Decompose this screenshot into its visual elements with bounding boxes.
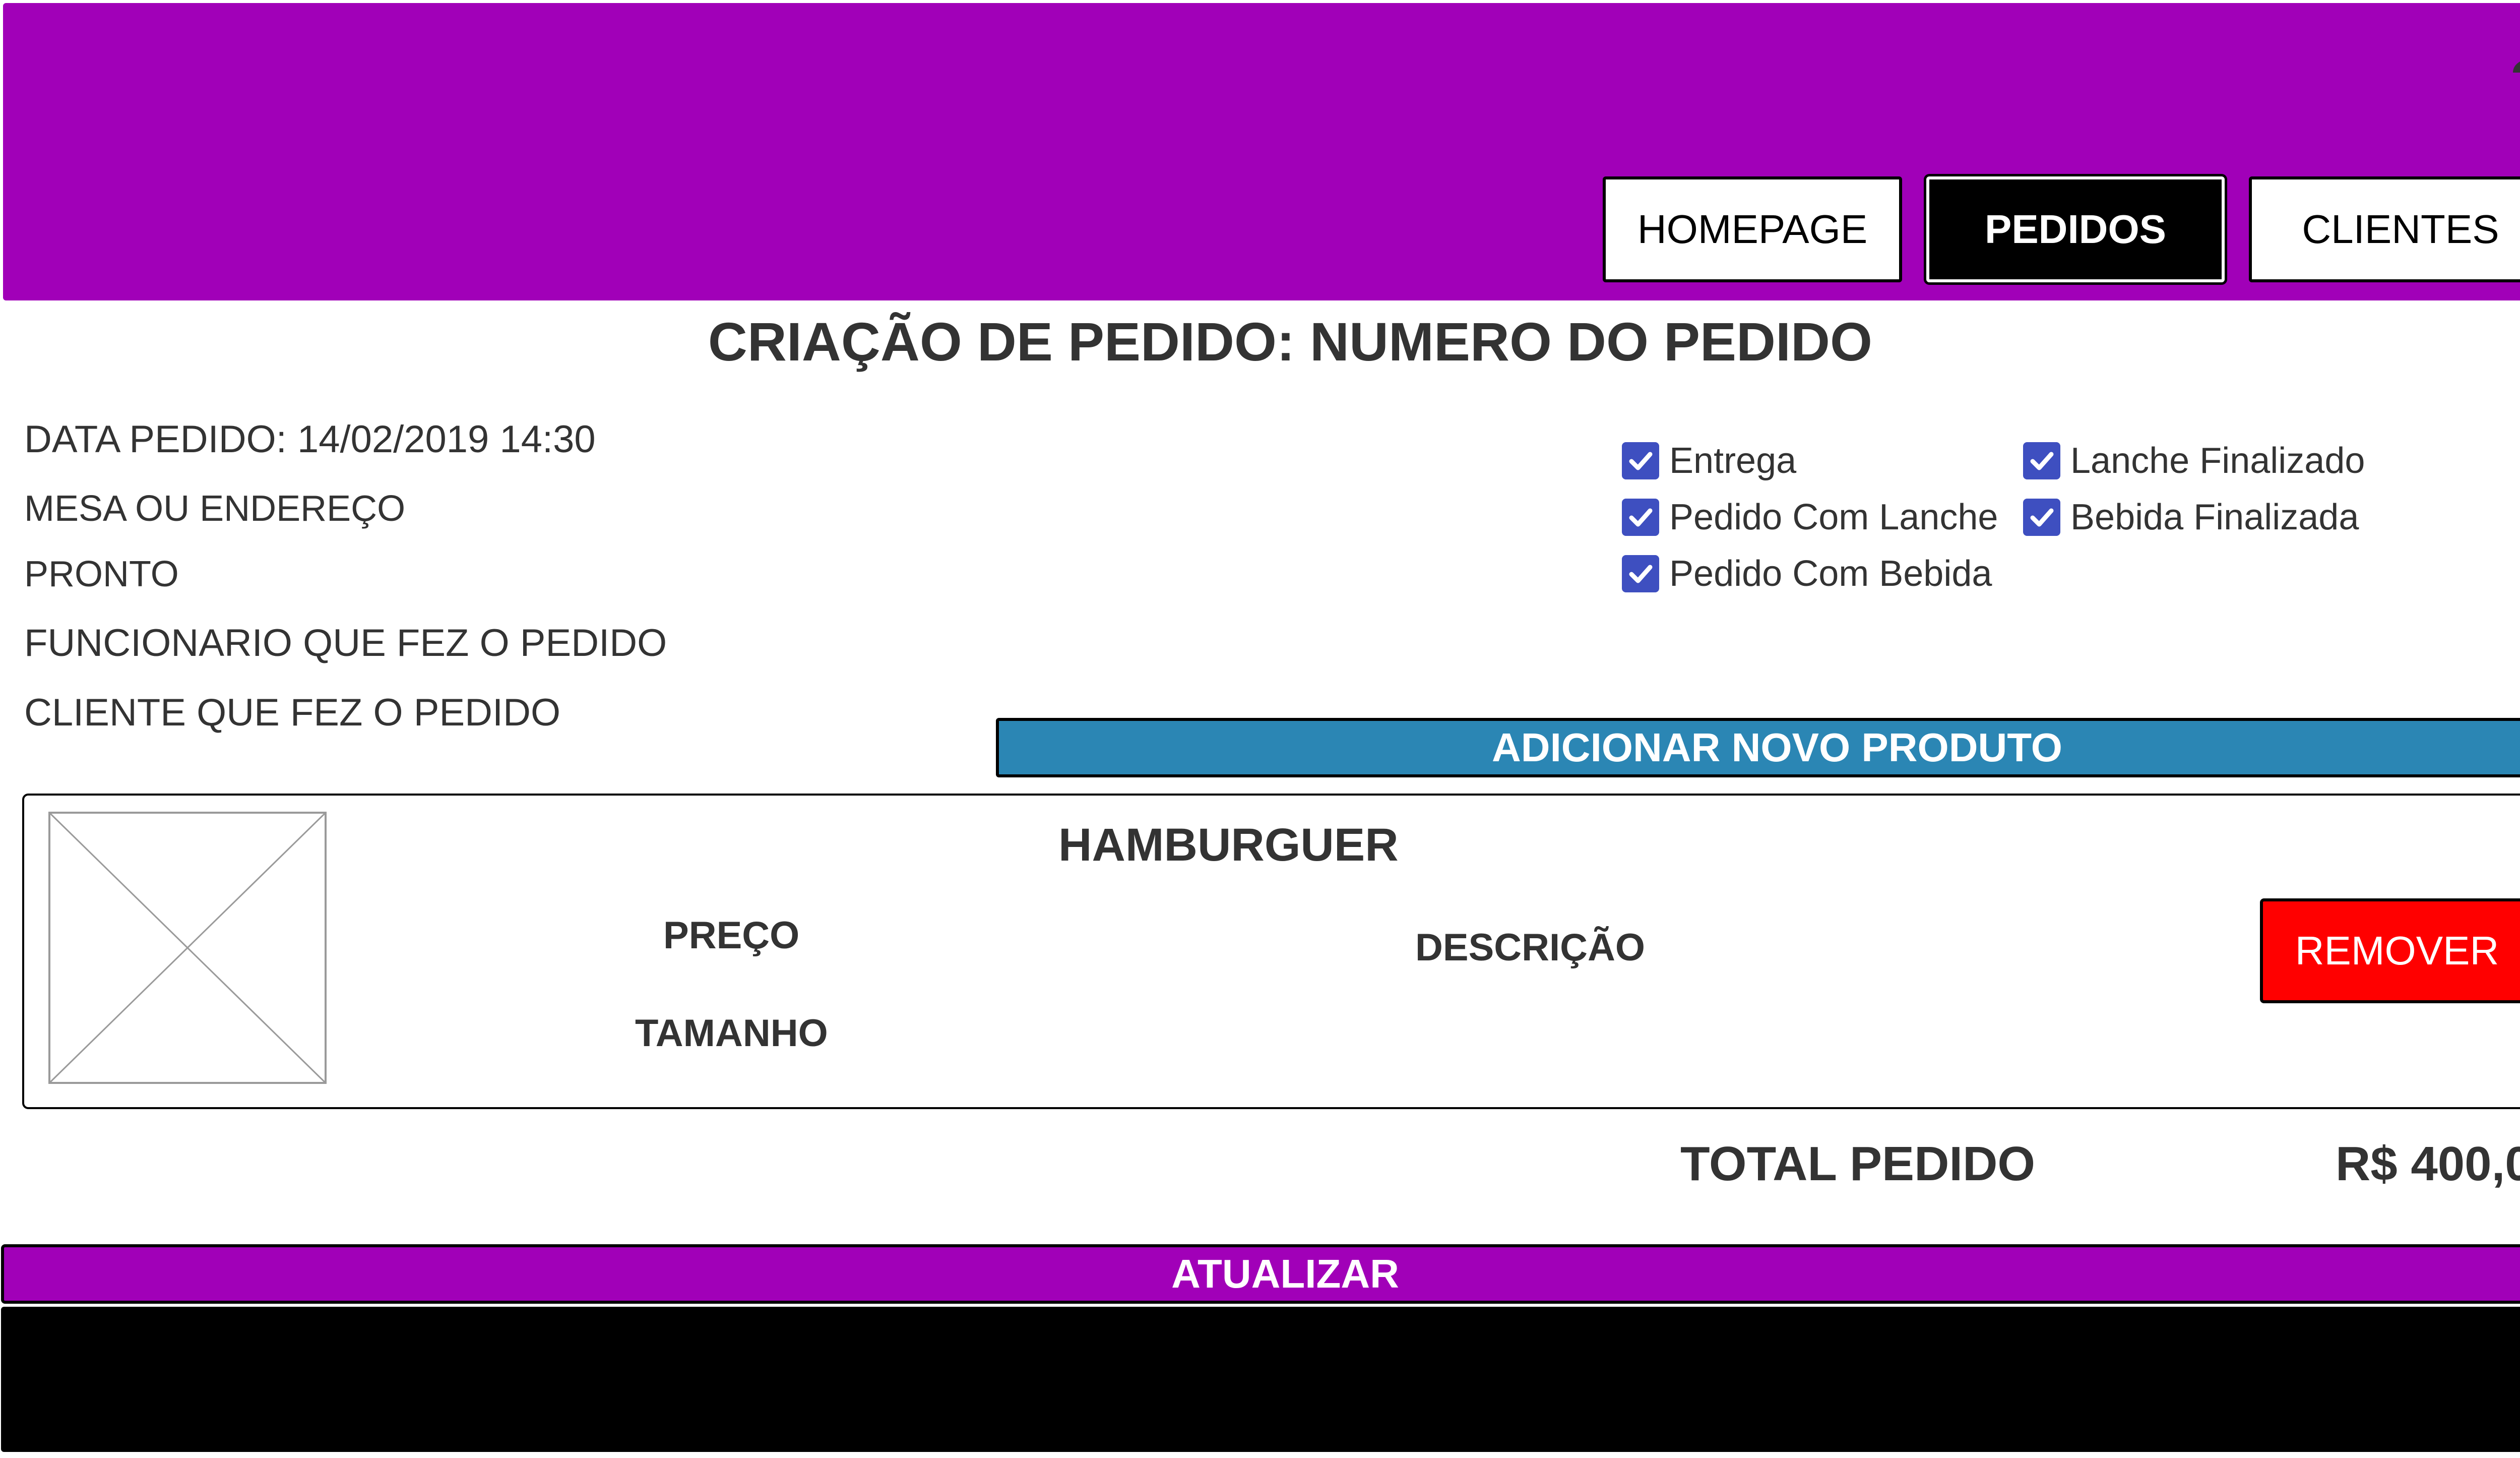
nav-pedidos-button[interactable]: PEDIDOS <box>1926 176 2225 282</box>
order-status: PRONTO <box>24 554 179 594</box>
checkbox-checked-icon[interactable] <box>1622 555 1659 592</box>
order-date: DATA PEDIDO: 14/02/2019 14:30 <box>24 418 596 461</box>
nav-homepage-button[interactable]: HOMEPAGE <box>1603 176 1902 282</box>
update-button[interactable]: ATUALIZAR <box>1 1244 2520 1304</box>
checkbox-label: Bebida Finalizada <box>2070 497 2359 537</box>
checkbox-checked-icon[interactable] <box>2023 499 2060 536</box>
page-title: CRIAÇÃO DE PEDIDO: NUMERO DO PEDIDO <box>708 311 1873 372</box>
checkbox-pedido-com-bebida[interactable]: Pedido Com Bebida <box>1622 549 1992 599</box>
order-employee: FUNCIONARIO QUE FEZ O PEDIDO <box>24 622 667 664</box>
footer-bar <box>1 1307 2520 1452</box>
add-product-button[interactable]: ADICIONAR NOVO PRODUTO <box>996 718 2520 777</box>
user-icon[interactable] <box>2510 18 2520 79</box>
checkbox-label: Lanche Finalizado <box>2070 441 2365 481</box>
order-client: CLIENTE QUE FEZ O PEDIDO <box>24 691 561 734</box>
product-price-label: PREÇO <box>663 914 800 957</box>
product-name: HAMBURGUER <box>1058 819 1399 871</box>
checkbox-entrega[interactable]: Entrega <box>1622 436 1796 486</box>
checkbox-bebida-finalizada[interactable]: Bebida Finalizada <box>2023 492 2359 542</box>
total-value: R$ 400,00 <box>2336 1137 2520 1191</box>
table-or-address: MESA OU ENDEREÇO <box>24 489 406 529</box>
checkbox-label: Pedido Com Bebida <box>1669 554 1992 594</box>
checkbox-pedido-com-lanche[interactable]: Pedido Com Lanche <box>1622 492 1998 542</box>
checkbox-label: Pedido Com Lanche <box>1669 497 1998 537</box>
checkbox-checked-icon[interactable] <box>2023 442 2060 479</box>
checkbox-lanche-finalizado[interactable]: Lanche Finalizado <box>2023 436 2365 486</box>
checkbox-checked-icon[interactable] <box>1622 442 1659 479</box>
total-label: TOTAL PEDIDO <box>1680 1137 2036 1191</box>
product-size-label: TAMANHO <box>635 1012 828 1055</box>
remove-product-button[interactable]: REMOVER <box>2260 898 2520 1003</box>
checkbox-checked-icon[interactable] <box>1622 499 1659 536</box>
product-description-label: DESCRIÇÃO <box>1415 926 1646 969</box>
checkbox-label: Entrega <box>1669 441 1797 481</box>
nav-clientes-button[interactable]: CLIENTES <box>2249 176 2520 282</box>
product-image-placeholder <box>48 812 327 1084</box>
